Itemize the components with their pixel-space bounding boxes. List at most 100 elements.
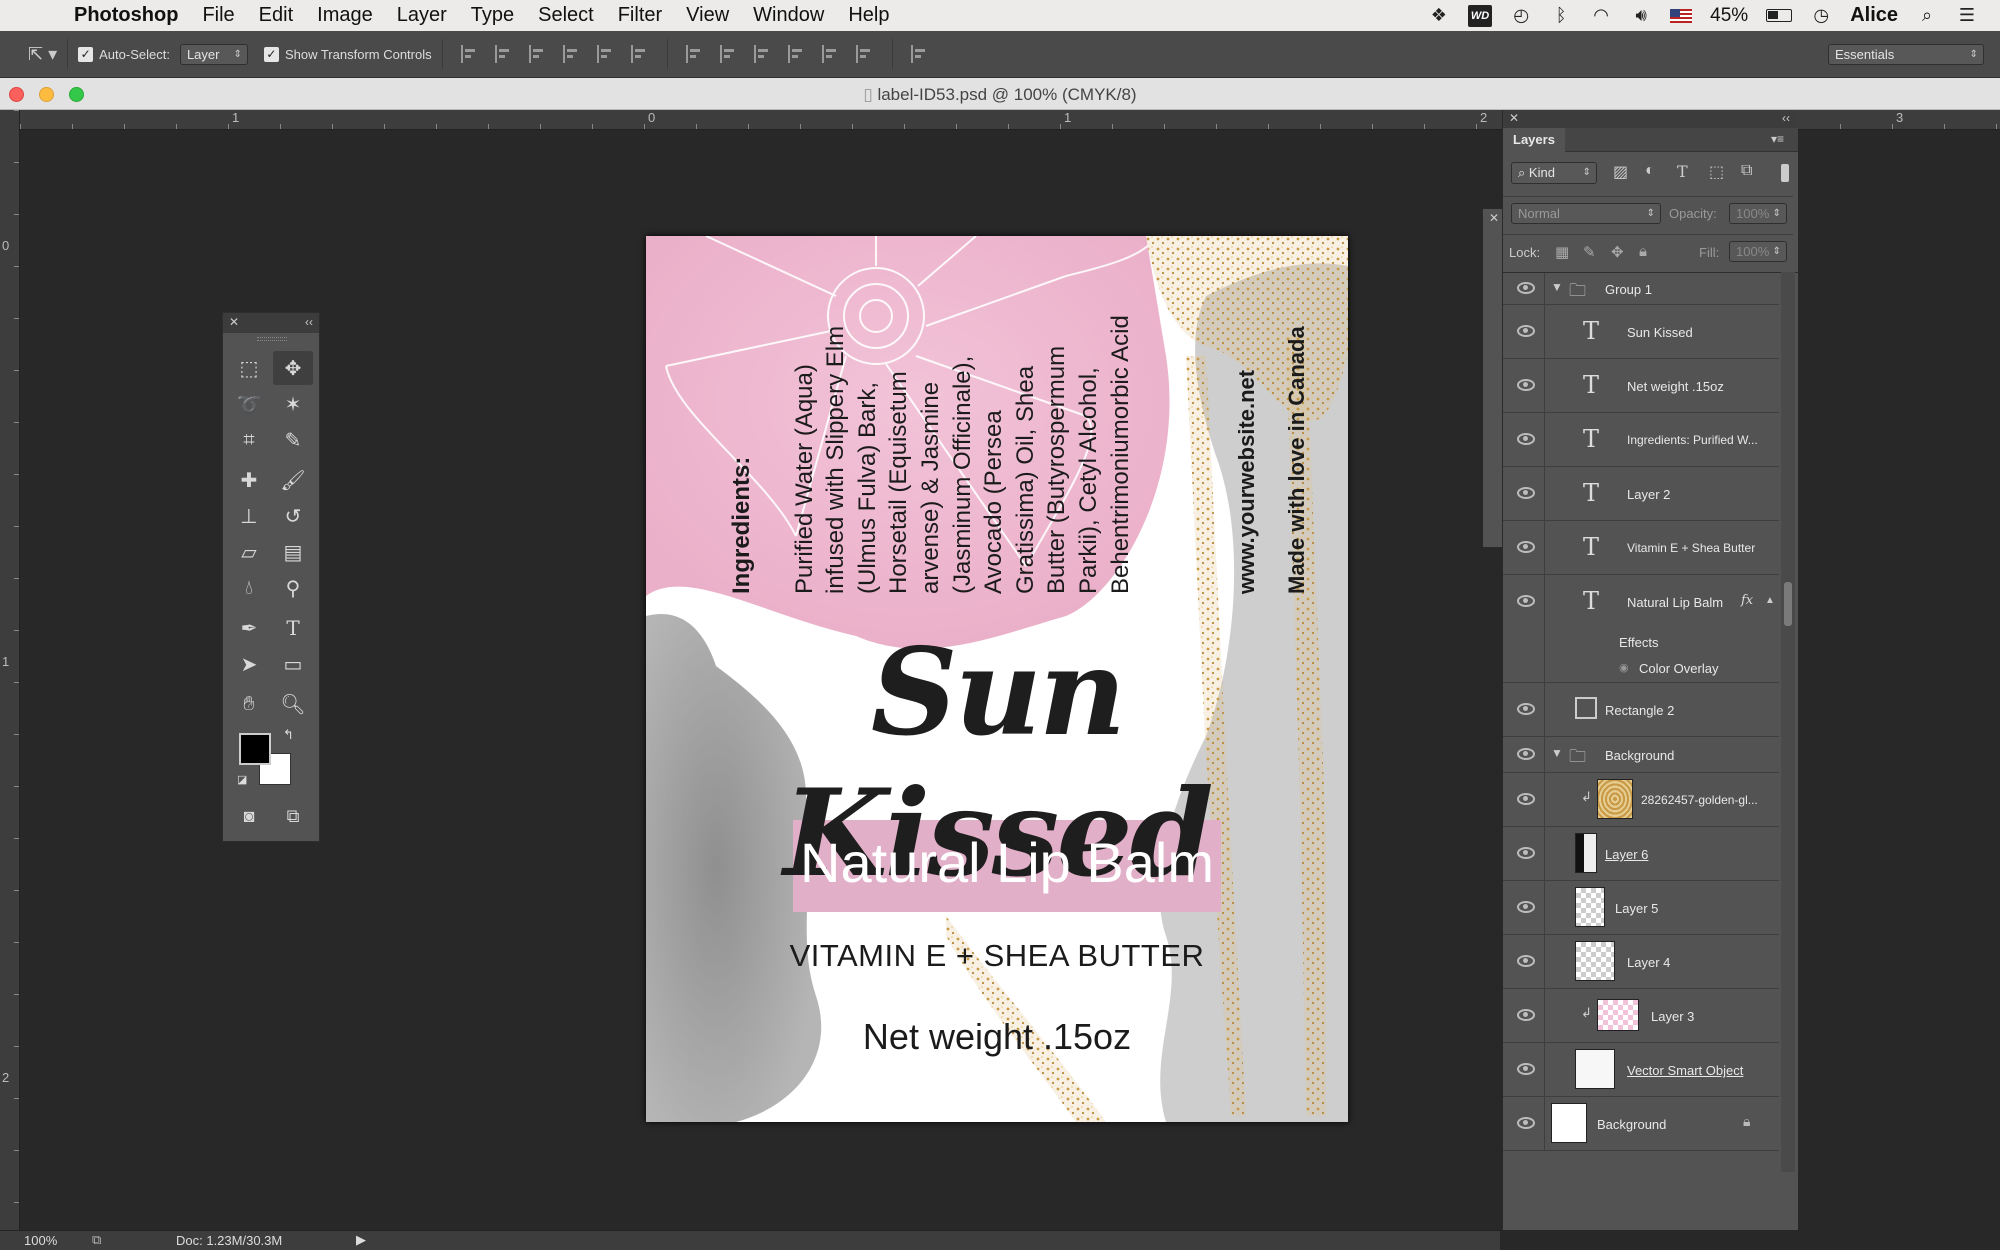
layer-row-background[interactable]: Background 🔒︎ bbox=[1503, 1097, 1779, 1151]
move-tool-icon[interactable]: ✥ bbox=[273, 351, 313, 385]
type-tool-icon[interactable]: T bbox=[273, 611, 313, 645]
path-selection-tool-icon[interactable]: ➤ bbox=[229, 647, 269, 681]
panel-grip[interactable] bbox=[257, 337, 287, 341]
align-bottom-icon[interactable] bbox=[528, 45, 547, 63]
eyedropper-tool-icon[interactable]: ✎ bbox=[273, 423, 313, 457]
tools-panel-header[interactable]: ✕ ‹‹ bbox=[223, 313, 319, 333]
layer-row-group-1[interactable]: ▼ 🗀 Group 1 bbox=[1503, 273, 1779, 305]
layer-row-natural-lip-balm[interactable]: T Natural Lip Balm fx ▲ Effects ◉ Color … bbox=[1503, 575, 1779, 683]
disclosure-triangle-icon[interactable]: ▼ bbox=[1551, 280, 1563, 294]
layer-row-sun-kissed[interactable]: T Sun Kissed bbox=[1503, 305, 1779, 359]
tab-layers[interactable]: Layers bbox=[1503, 128, 1565, 152]
menu-view[interactable]: View bbox=[674, 4, 741, 27]
auto-select-dropdown[interactable]: Layer bbox=[179, 43, 248, 65]
close-panel-icon[interactable]: ✕ bbox=[1509, 111, 1519, 125]
dropbox-icon[interactable]: ❖ bbox=[1428, 5, 1450, 27]
collapse-panel-icon[interactable]: ‹‹ bbox=[305, 315, 313, 329]
swap-colors-icon[interactable]: ↰ bbox=[283, 727, 294, 743]
opacity-field[interactable]: 100% bbox=[1729, 203, 1787, 224]
visibility-eye-icon[interactable] bbox=[1517, 955, 1535, 967]
zoom-level[interactable]: 100% bbox=[24, 1233, 57, 1248]
clone-stamp-tool-icon[interactable]: ⊥ bbox=[229, 499, 269, 533]
visibility-eye-icon[interactable] bbox=[1517, 1063, 1535, 1075]
visibility-eye-icon[interactable] bbox=[1517, 748, 1535, 760]
quick-mask-icon[interactable]: ◙ bbox=[229, 799, 269, 833]
layers-scrollbar[interactable] bbox=[1781, 272, 1795, 1172]
brush-tool-icon[interactable]: 🖌︎ bbox=[273, 463, 313, 497]
foreground-color-swatch[interactable] bbox=[239, 733, 271, 765]
collapse-panel-icon[interactable]: ‹‹ bbox=[1782, 111, 1790, 125]
blur-tool-icon[interactable]: 💧︎ bbox=[229, 571, 269, 605]
layer-row-background-group[interactable]: ▼ 🗀 Background bbox=[1503, 737, 1779, 773]
distribute-bottom-icon[interactable] bbox=[753, 45, 772, 63]
visibility-eye-icon[interactable] bbox=[1517, 1117, 1535, 1129]
lock-all-icon[interactable]: 🔒︎ bbox=[1639, 243, 1647, 260]
layers-scrollbar-thumb[interactable] bbox=[1784, 582, 1792, 626]
lasso-tool-icon[interactable]: ➰ bbox=[229, 387, 269, 421]
filter-adjustment-icon[interactable]: ◐ bbox=[1645, 162, 1655, 180]
dodge-tool-icon[interactable]: ⚲ bbox=[273, 571, 313, 605]
status-menu-arrow-icon[interactable]: ▶ bbox=[356, 1232, 366, 1248]
doc-size[interactable]: Doc: 1.23M/30.3M bbox=[176, 1233, 282, 1248]
layer-row-layer-6[interactable]: Layer 6 bbox=[1503, 827, 1779, 881]
layer-row-rectangle-2[interactable]: Rectangle 2 bbox=[1503, 683, 1779, 737]
time-machine-icon[interactable]: ◴ bbox=[1510, 5, 1532, 27]
disclosure-triangle-icon[interactable]: ▼ bbox=[1551, 746, 1563, 760]
visibility-eye-icon[interactable] bbox=[1517, 1009, 1535, 1021]
align-left-icon[interactable] bbox=[562, 45, 581, 63]
marquee-tool-icon[interactable]: ⬚ bbox=[229, 351, 269, 385]
zoom-tool-icon[interactable]: 🔍︎ bbox=[273, 687, 313, 721]
layer-row-ingredients[interactable]: T Ingredients: Purified W... bbox=[1503, 413, 1779, 467]
move-tool-preset-icon[interactable]: ⇱ ▾ bbox=[28, 44, 57, 65]
workspace-dropdown[interactable]: Essentials bbox=[1828, 43, 1984, 65]
menu-edit[interactable]: Edit bbox=[247, 4, 305, 27]
visibility-eye-icon[interactable] bbox=[1517, 703, 1535, 715]
filter-toggle-switch[interactable] bbox=[1781, 164, 1789, 182]
visibility-eye-icon[interactable] bbox=[1517, 595, 1535, 607]
menu-image[interactable]: Image bbox=[305, 4, 385, 27]
visibility-eye-icon[interactable] bbox=[1517, 541, 1535, 553]
notification-center-icon[interactable]: ☰ bbox=[1956, 5, 1978, 27]
distribute-hcenter-icon[interactable] bbox=[821, 45, 840, 63]
layer-row-layer-3[interactable]: ↲ Layer 3 bbox=[1503, 989, 1779, 1043]
menu-file[interactable]: File bbox=[190, 4, 246, 27]
crop-tool-icon[interactable]: ⌗ bbox=[229, 423, 269, 457]
lock-image-icon[interactable]: ✎ bbox=[1583, 243, 1596, 261]
align-top-icon[interactable] bbox=[460, 45, 479, 63]
layer-effects-fx-icon[interactable]: fx bbox=[1741, 593, 1753, 608]
distribute-left-icon[interactable] bbox=[787, 45, 806, 63]
layer-row-vitamin-e[interactable]: T Vitamin E + Shea Butter bbox=[1503, 521, 1779, 575]
bluetooth-icon[interactable]: ᛒ bbox=[1550, 5, 1572, 27]
show-transform-checkbox[interactable]: ✓ bbox=[263, 46, 279, 62]
volume-icon[interactable]: 🔊︎ bbox=[1630, 5, 1652, 27]
magic-wand-tool-icon[interactable]: ✶ bbox=[273, 387, 313, 421]
visibility-eye-icon[interactable] bbox=[1517, 325, 1535, 337]
menu-type[interactable]: Type bbox=[459, 4, 526, 27]
user-name[interactable]: Alice bbox=[1850, 4, 1898, 27]
effect-eye-icon[interactable]: ◉ bbox=[1619, 661, 1629, 674]
document-canvas[interactable]: Ingredients: Purified Water (Aqua) infus… bbox=[646, 236, 1348, 1122]
menu-filter[interactable]: Filter bbox=[606, 4, 674, 27]
effects-expand-icon[interactable]: ▲ bbox=[1765, 595, 1775, 606]
visibility-eye-icon[interactable] bbox=[1517, 847, 1535, 859]
eraser-tool-icon[interactable]: ▱ bbox=[229, 535, 269, 569]
auto-select-checkbox[interactable]: ✓ bbox=[78, 46, 94, 62]
lock-position-icon[interactable]: ✥ bbox=[1611, 243, 1624, 261]
menu-layer[interactable]: Layer bbox=[385, 4, 459, 27]
auto-align-icon[interactable] bbox=[910, 45, 929, 63]
close-panel-icon[interactable]: ✕ bbox=[229, 315, 239, 329]
rectangle-tool-icon[interactable]: ▭ bbox=[273, 647, 313, 681]
filter-pixel-icon[interactable]: ▨ bbox=[1613, 162, 1628, 182]
default-colors-icon[interactable]: ◪ bbox=[237, 773, 247, 786]
screen-mode-icon[interactable]: ⧉ bbox=[273, 799, 313, 833]
lock-transparent-icon[interactable]: ▦ bbox=[1555, 243, 1569, 261]
distribute-vcenter-icon[interactable] bbox=[719, 45, 738, 63]
export-icon[interactable]: ⧉ bbox=[92, 1232, 101, 1248]
close-panel-icon[interactable]: ✕ bbox=[1489, 211, 1499, 225]
distribute-top-icon[interactable] bbox=[685, 45, 704, 63]
visibility-eye-icon[interactable] bbox=[1517, 282, 1535, 294]
wd-drive-icon[interactable]: WD bbox=[1467, 4, 1493, 27]
visibility-eye-icon[interactable] bbox=[1517, 793, 1535, 805]
menu-help[interactable]: Help bbox=[836, 4, 901, 27]
filter-type-icon[interactable]: T bbox=[1677, 162, 1688, 181]
